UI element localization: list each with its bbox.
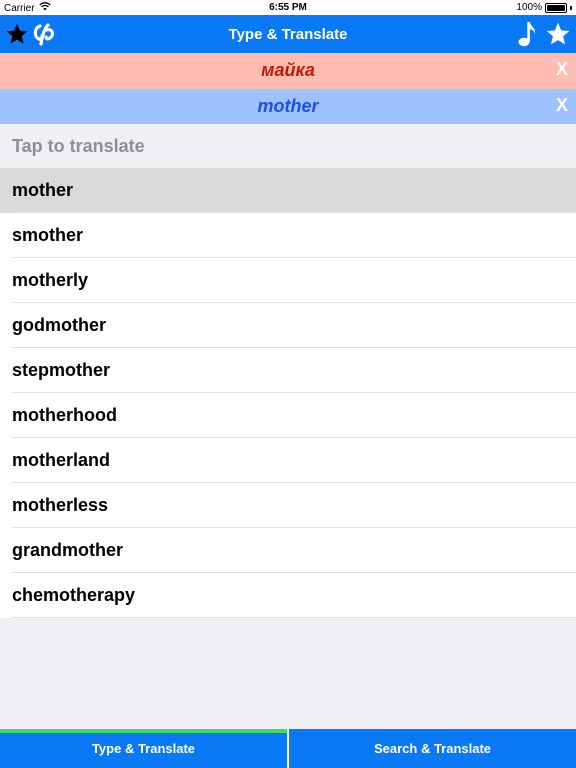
- suggestion-word: motherly: [12, 270, 89, 290]
- tab-search-translate-label: Search & Translate: [373, 741, 492, 756]
- tab-bar: Type & Translate Search & Translate: [0, 729, 576, 768]
- tap-to-translate-input[interactable]: Tap to translate: [0, 124, 576, 168]
- suggestion-word: motherhood: [12, 405, 117, 425]
- suggestion-item[interactable]: motherland: [0, 438, 576, 483]
- nav-bar: Type & Translate: [0, 15, 576, 53]
- battery-tip: [570, 5, 572, 10]
- suggestion-word: grandmother: [12, 540, 124, 560]
- row-separator: [12, 617, 576, 618]
- tab-type-translate[interactable]: Type & Translate: [0, 729, 287, 768]
- suggestion-word: chemotherapy: [12, 585, 136, 605]
- suggestion-word: motherland: [12, 450, 111, 470]
- tap-to-translate-placeholder: Tap to translate: [12, 136, 145, 156]
- music-note-icon: [518, 22, 536, 47]
- tab-type-translate-label: Type & Translate: [91, 741, 196, 756]
- suggestion-item[interactable]: mother: [0, 168, 576, 213]
- source-text-row[interactable]: майка X: [0, 53, 576, 89]
- status-bar: Carrier 6:55 PM 100%: [0, 0, 576, 15]
- translation-text: mother: [257, 96, 319, 116]
- favorite-add-button[interactable]: [544, 19, 572, 49]
- battery-icon: [545, 2, 567, 13]
- clear-translation-button[interactable]: X: [552, 95, 572, 119]
- star-icon: [546, 22, 570, 45]
- suggestion-item[interactable]: godmother: [0, 303, 576, 348]
- battery-percent: 100%: [516, 2, 542, 13]
- suggestion-word: smother: [12, 225, 84, 245]
- suggestion-word: godmother: [12, 315, 106, 335]
- suggestion-word: stepmother: [12, 360, 111, 380]
- active-tab-indicator: [0, 729, 287, 733]
- suggestion-item[interactable]: chemotherapy: [0, 573, 576, 618]
- tab-search-translate[interactable]: Search & Translate: [289, 729, 576, 768]
- suggestion-item[interactable]: motherly: [0, 258, 576, 303]
- suggestion-word: mother: [12, 180, 74, 200]
- suggestion-list: mother smother motherly godmother stepmother…: [0, 168, 576, 618]
- status-time: 6:55 PM: [269, 2, 307, 13]
- source-text: майка: [261, 60, 315, 80]
- suggestion-item[interactable]: stepmother: [0, 348, 576, 393]
- nav-title: Type & Translate: [228, 26, 348, 43]
- clear-source-button[interactable]: X: [552, 59, 572, 83]
- status-right: 100%: [516, 2, 572, 13]
- translation-text-row[interactable]: mother X: [0, 89, 576, 124]
- suggestion-item[interactable]: motherhood: [0, 393, 576, 438]
- suggestion-item[interactable]: motherless: [0, 483, 576, 528]
- suggestion-word: motherless: [12, 495, 109, 515]
- suggestion-item[interactable]: smother: [0, 213, 576, 258]
- suggestion-item[interactable]: grandmother: [0, 528, 576, 573]
- sound-button[interactable]: [514, 19, 540, 49]
